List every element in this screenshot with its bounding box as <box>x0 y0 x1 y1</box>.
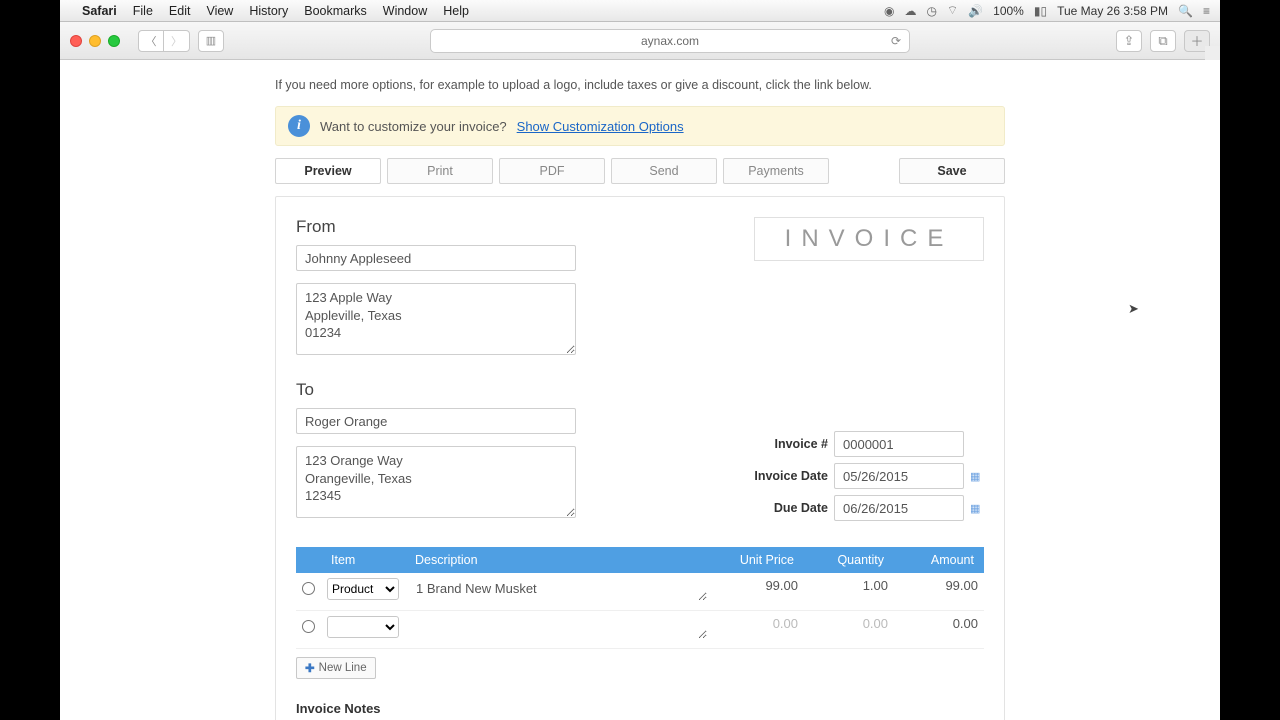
notification-center-icon[interactable]: ≡ <box>1203 4 1210 18</box>
send-button[interactable]: Send <box>611 158 717 184</box>
customize-prompt: Want to customize your invoice? <box>320 119 507 134</box>
amount-value: 99.00 <box>945 578 978 593</box>
print-button[interactable]: Print <box>387 158 493 184</box>
from-address-input[interactable] <box>296 283 576 355</box>
menu-bookmarks[interactable]: Bookmarks <box>304 4 367 18</box>
cursor-icon: ➤ <box>1128 301 1139 317</box>
due-date-label: Due Date <box>774 501 828 515</box>
zoom-window-button[interactable] <box>108 35 120 47</box>
menubar-datetime[interactable]: Tue May 26 3:58 PM <box>1057 4 1168 18</box>
new-line-button[interactable]: ✚ New Line <box>296 657 376 679</box>
row-select-radio[interactable] <box>302 620 315 633</box>
menu-help[interactable]: Help <box>443 4 469 18</box>
sync-icon[interactable]: ☁ <box>904 4 916 18</box>
safari-toolbar: 〈 〉 ▥ aynax.com ⟳ ⇪ ⧉ ＋ <box>60 22 1220 60</box>
invoice-title: INVOICE <box>754 217 984 261</box>
volume-icon[interactable]: 🔊 <box>968 4 983 18</box>
invoice-number-input[interactable] <box>834 431 964 457</box>
show-customization-link[interactable]: Show Customization Options <box>517 119 684 134</box>
battery-percent[interactable]: 100% <box>993 4 1024 18</box>
menu-edit[interactable]: Edit <box>169 4 191 18</box>
item-type-select[interactable]: Product <box>327 578 399 600</box>
save-button[interactable]: Save <box>899 158 1005 184</box>
minimize-window-button[interactable] <box>89 35 101 47</box>
table-row: Product 99.00 <box>296 573 984 611</box>
col-description: Description <box>405 547 714 573</box>
col-item: Item <box>321 547 405 573</box>
from-name-input[interactable] <box>296 245 576 271</box>
address-text: aynax.com <box>641 34 699 48</box>
pdf-button[interactable]: PDF <box>499 158 605 184</box>
col-unit-price: Unit Price <box>714 547 804 573</box>
menu-window[interactable]: Window <box>383 4 427 18</box>
new-line-label: New Line <box>319 662 367 674</box>
quantity-input[interactable] <box>818 616 888 631</box>
app-menu[interactable]: Safari <box>82 4 117 18</box>
menu-file[interactable]: File <box>133 4 153 18</box>
from-label: From <box>296 217 576 237</box>
table-row: 0.00 <box>296 611 984 649</box>
to-address-input[interactable] <box>296 446 576 518</box>
preview-button[interactable]: Preview <box>275 158 381 184</box>
close-window-button[interactable] <box>70 35 82 47</box>
col-quantity: Quantity <box>804 547 894 573</box>
info-icon: i <box>288 115 310 137</box>
clock-icon[interactable]: ◷ <box>926 4 936 18</box>
amount-value: 0.00 <box>953 616 978 631</box>
menu-view[interactable]: View <box>206 4 233 18</box>
mac-menubar: Safari File Edit View History Bookmarks … <box>60 0 1220 22</box>
spacer <box>970 438 984 450</box>
options-hint: If you need more options, for example to… <box>275 78 1005 92</box>
plus-icon: ✚ <box>305 661 315 675</box>
calendar-icon[interactable]: ▦ <box>970 502 984 515</box>
invoice-date-label: Invoice Date <box>754 469 828 483</box>
description-input[interactable] <box>411 616 708 640</box>
action-toolbar: Preview Print PDF Send Payments Save <box>275 158 1005 184</box>
address-bar[interactable]: aynax.com ⟳ <box>430 29 910 53</box>
invoice-notes-label: Invoice Notes <box>296 701 696 716</box>
forward-button[interactable]: 〉 <box>164 30 190 52</box>
customize-banner: i Want to customize your invoice? Show C… <box>275 106 1005 146</box>
reload-icon[interactable]: ⟳ <box>891 34 901 48</box>
calendar-icon[interactable]: ▦ <box>970 470 984 483</box>
line-items-table: Item Description Unit Price Quantity Amo… <box>296 547 984 649</box>
invoice-number-label: Invoice # <box>775 437 829 451</box>
menu-history[interactable]: History <box>249 4 288 18</box>
page-content: If you need more options, for example to… <box>60 60 1220 720</box>
record-icon[interactable]: ◉ <box>884 4 894 18</box>
sidebar-button[interactable]: ▥ <box>198 30 224 52</box>
battery-icon[interactable]: ▮▯ <box>1034 4 1047 18</box>
window-controls <box>70 35 120 47</box>
back-button[interactable]: 〈 <box>138 30 164 52</box>
invoice-date-input[interactable] <box>834 463 964 489</box>
invoice-panel: ➤ From INVOICE To <box>275 196 1005 720</box>
row-select-radio[interactable] <box>302 582 315 595</box>
quantity-input[interactable] <box>818 578 888 593</box>
spotlight-icon[interactable]: 🔍 <box>1178 4 1193 18</box>
tabs-button[interactable]: ⧉ <box>1150 30 1176 52</box>
unit-price-input[interactable] <box>728 616 798 631</box>
unit-price-input[interactable] <box>728 578 798 593</box>
wifi-icon[interactable]: ⌔ <box>947 3 958 18</box>
item-type-select[interactable] <box>327 616 399 638</box>
share-button[interactable]: ⇪ <box>1116 30 1142 52</box>
due-date-input[interactable] <box>834 495 964 521</box>
to-label: To <box>296 380 576 400</box>
payments-button[interactable]: Payments <box>723 158 829 184</box>
col-amount: Amount <box>894 547 984 573</box>
description-input[interactable] <box>411 578 708 602</box>
to-name-input[interactable] <box>296 408 576 434</box>
